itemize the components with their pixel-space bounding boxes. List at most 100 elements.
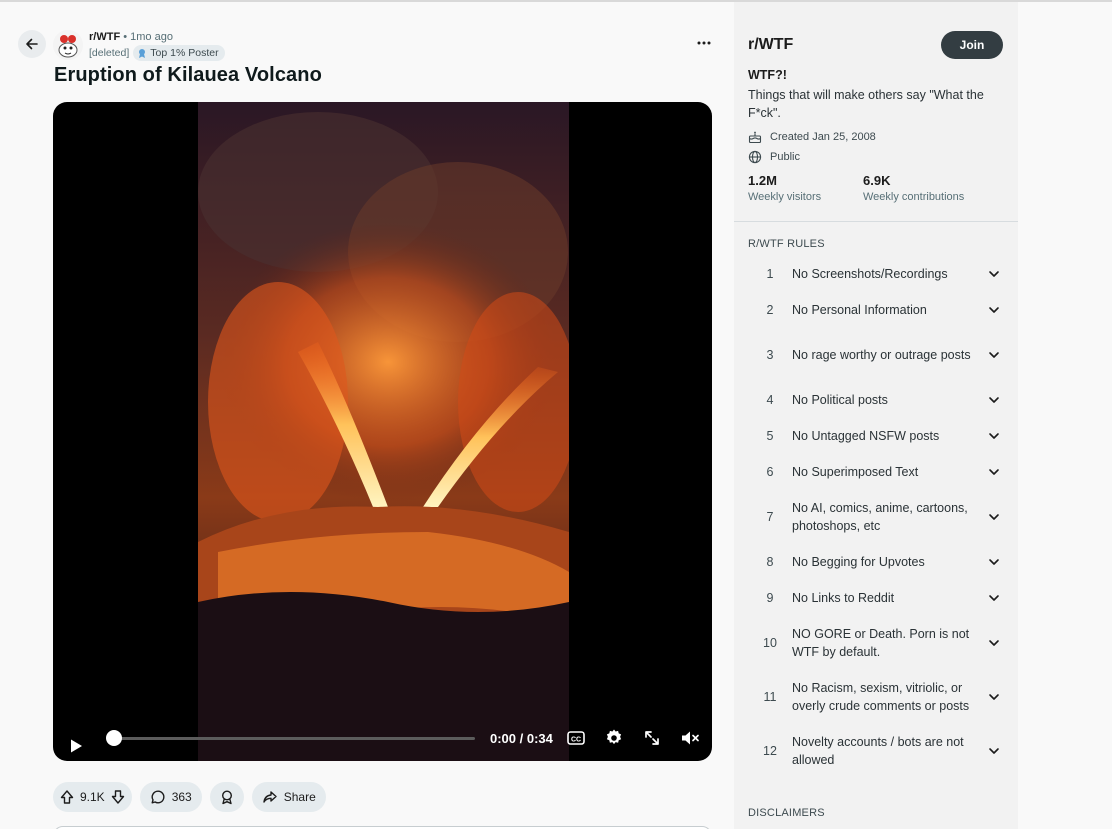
comment-icon bbox=[151, 790, 165, 804]
stat-value: 6.9K bbox=[863, 173, 891, 188]
rule-item[interactable]: 10 NO GORE or Death. Porn is not WTF by d… bbox=[748, 624, 1004, 662]
rule-number: 4 bbox=[766, 393, 774, 407]
rule-item[interactable]: 11 No Racism, sexism, vitriolic, or overl… bbox=[748, 678, 1004, 716]
rule-text: No Begging for Upvotes bbox=[792, 555, 925, 569]
vote-count: 9.1K bbox=[80, 790, 105, 804]
rule-number: 9 bbox=[766, 591, 774, 605]
community-sidebar: r/WTF Join WTF?! Things that will make o… bbox=[734, 2, 1018, 829]
rule-text: No Links to Reddit bbox=[792, 591, 895, 605]
chevron-down-icon bbox=[989, 397, 999, 403]
top-poster-icon bbox=[139, 49, 146, 58]
rule-item[interactable]: 7 No AI, comics, anime, cartoons, photosh… bbox=[748, 498, 1004, 536]
rule-item[interactable]: 5 No Untagged NSFW posts bbox=[748, 426, 1004, 446]
cake-icon bbox=[748, 131, 762, 144]
captions-icon: CC bbox=[567, 731, 585, 745]
mute-button[interactable] bbox=[680, 728, 700, 748]
post-author: [deleted] bbox=[89, 47, 130, 59]
rule-item[interactable]: 12 Novelty accounts / bots are not allowe… bbox=[748, 732, 1004, 770]
rule-text: No Racism, sexism, vitriolic, or overly … bbox=[792, 681, 970, 713]
rule-item[interactable]: 6 No Superimposed Text bbox=[748, 462, 1004, 482]
chevron-down-icon bbox=[989, 514, 999, 520]
rule-text: No Superimposed Text bbox=[792, 465, 919, 479]
video-player[interactable]: 0:00 / 0:34 CC bbox=[53, 102, 712, 761]
rule-text: No rage worthy or outrage posts bbox=[792, 348, 971, 362]
chevron-down-icon bbox=[989, 469, 999, 475]
rule-text: No Personal Information bbox=[792, 303, 927, 317]
post-actions: 9.1K 363 Share bbox=[53, 782, 326, 812]
expand-icon bbox=[645, 731, 659, 745]
rule-item[interactable]: 2 No Personal Information bbox=[748, 300, 1004, 320]
rule-number: 2 bbox=[766, 303, 774, 317]
upvote-icon[interactable] bbox=[59, 789, 75, 805]
stat-label: Weekly contributions bbox=[863, 191, 965, 203]
chevron-down-icon bbox=[989, 352, 999, 358]
svg-text:CC: CC bbox=[571, 737, 581, 744]
rule-text: No Political posts bbox=[792, 393, 888, 407]
ellipsis-icon bbox=[697, 41, 711, 45]
vote-bar: 9.1K bbox=[53, 782, 132, 812]
flair-text: Top 1% Poster bbox=[150, 47, 219, 59]
stat-label: Weekly visitors bbox=[748, 191, 822, 203]
rule-number: 11 bbox=[763, 690, 777, 704]
downvote-icon[interactable] bbox=[110, 789, 126, 805]
rule-item[interactable]: 9 No Links to Reddit bbox=[748, 588, 1004, 608]
play-icon bbox=[71, 739, 82, 753]
rule-item[interactable]: 1 No Screenshots/Recordings bbox=[748, 264, 1004, 284]
rule-number: 5 bbox=[766, 429, 774, 443]
rule-number: 1 bbox=[766, 267, 774, 281]
disclaimers-heading: DISCLAIMERS bbox=[748, 807, 825, 819]
rule-number: 7 bbox=[766, 510, 774, 524]
rule-number: 8 bbox=[766, 555, 774, 569]
share-icon bbox=[263, 791, 277, 803]
arrow-left-icon bbox=[26, 38, 38, 50]
community-description: Things that will make others say "What t… bbox=[748, 88, 984, 120]
rule-item[interactable]: 3 No rage worthy or outrage posts bbox=[748, 336, 1004, 374]
volume-muted-icon bbox=[682, 731, 699, 745]
video-time: 0:00 / 0:34 bbox=[490, 731, 553, 746]
settings-button[interactable] bbox=[604, 728, 624, 748]
created-date: Created Jan 25, 2008 bbox=[748, 130, 876, 144]
post-time: 1mo ago bbox=[130, 31, 173, 43]
rule-item[interactable]: 4 No Political posts bbox=[748, 390, 1004, 410]
rule-number: 12 bbox=[763, 744, 777, 758]
sidebar-divider bbox=[734, 221, 1018, 222]
chevron-down-icon bbox=[989, 595, 999, 601]
rule-item[interactable]: 8 No Begging for Upvotes bbox=[748, 552, 1004, 572]
subreddit-link[interactable]: r/WTF bbox=[89, 31, 120, 43]
rule-text: No AI, comics, anime, cartoons, photosho… bbox=[792, 501, 968, 533]
chevron-down-icon bbox=[989, 640, 999, 646]
stat-value: 1.2M bbox=[748, 173, 777, 188]
back-button[interactable] bbox=[18, 30, 46, 58]
chevron-down-icon bbox=[989, 433, 999, 439]
globe-icon bbox=[748, 150, 762, 164]
subreddit-avatar[interactable] bbox=[53, 30, 83, 60]
chevron-down-icon bbox=[989, 271, 999, 277]
award-icon bbox=[221, 790, 232, 805]
visibility-text: Public bbox=[770, 151, 800, 163]
rule-number: 3 bbox=[766, 348, 774, 362]
seek-handle[interactable] bbox=[106, 730, 122, 746]
rule-text: NO GORE or Death. Porn is not WTF by def… bbox=[792, 627, 970, 659]
weekly-visitors-stat: 1.2M Weekly visitors bbox=[748, 173, 821, 203]
share-button[interactable]: Share bbox=[251, 782, 326, 812]
play-button[interactable] bbox=[67, 737, 85, 755]
chevron-down-icon bbox=[989, 694, 999, 700]
comments-button[interactable]: 363 bbox=[139, 782, 202, 812]
seek-bar[interactable] bbox=[113, 737, 475, 740]
rule-text: No Screenshots/Recordings bbox=[792, 267, 948, 281]
volcano-video-frame bbox=[198, 102, 569, 761]
post-main: r/WTF • 1mo ago [deleted] Top 1% Poster … bbox=[0, 0, 734, 829]
community-name: r/WTF bbox=[748, 36, 794, 53]
rule-text: No Untagged NSFW posts bbox=[792, 429, 940, 443]
more-options-button[interactable] bbox=[692, 34, 716, 52]
created-text: Created Jan 25, 2008 bbox=[770, 131, 876, 143]
award-button[interactable] bbox=[209, 782, 244, 812]
user-flair: Top 1% Poster bbox=[133, 45, 225, 61]
wtf-mascot-icon bbox=[53, 30, 83, 60]
post-title: Eruption of Kilauea Volcano bbox=[54, 64, 322, 86]
weekly-contributions-stat: 6.9K Weekly contributions bbox=[863, 173, 964, 203]
captions-button[interactable]: CC bbox=[566, 728, 586, 748]
join-button[interactable]: Join bbox=[941, 31, 1003, 59]
fullscreen-button[interactable] bbox=[642, 728, 662, 748]
rule-number: 6 bbox=[766, 465, 774, 479]
